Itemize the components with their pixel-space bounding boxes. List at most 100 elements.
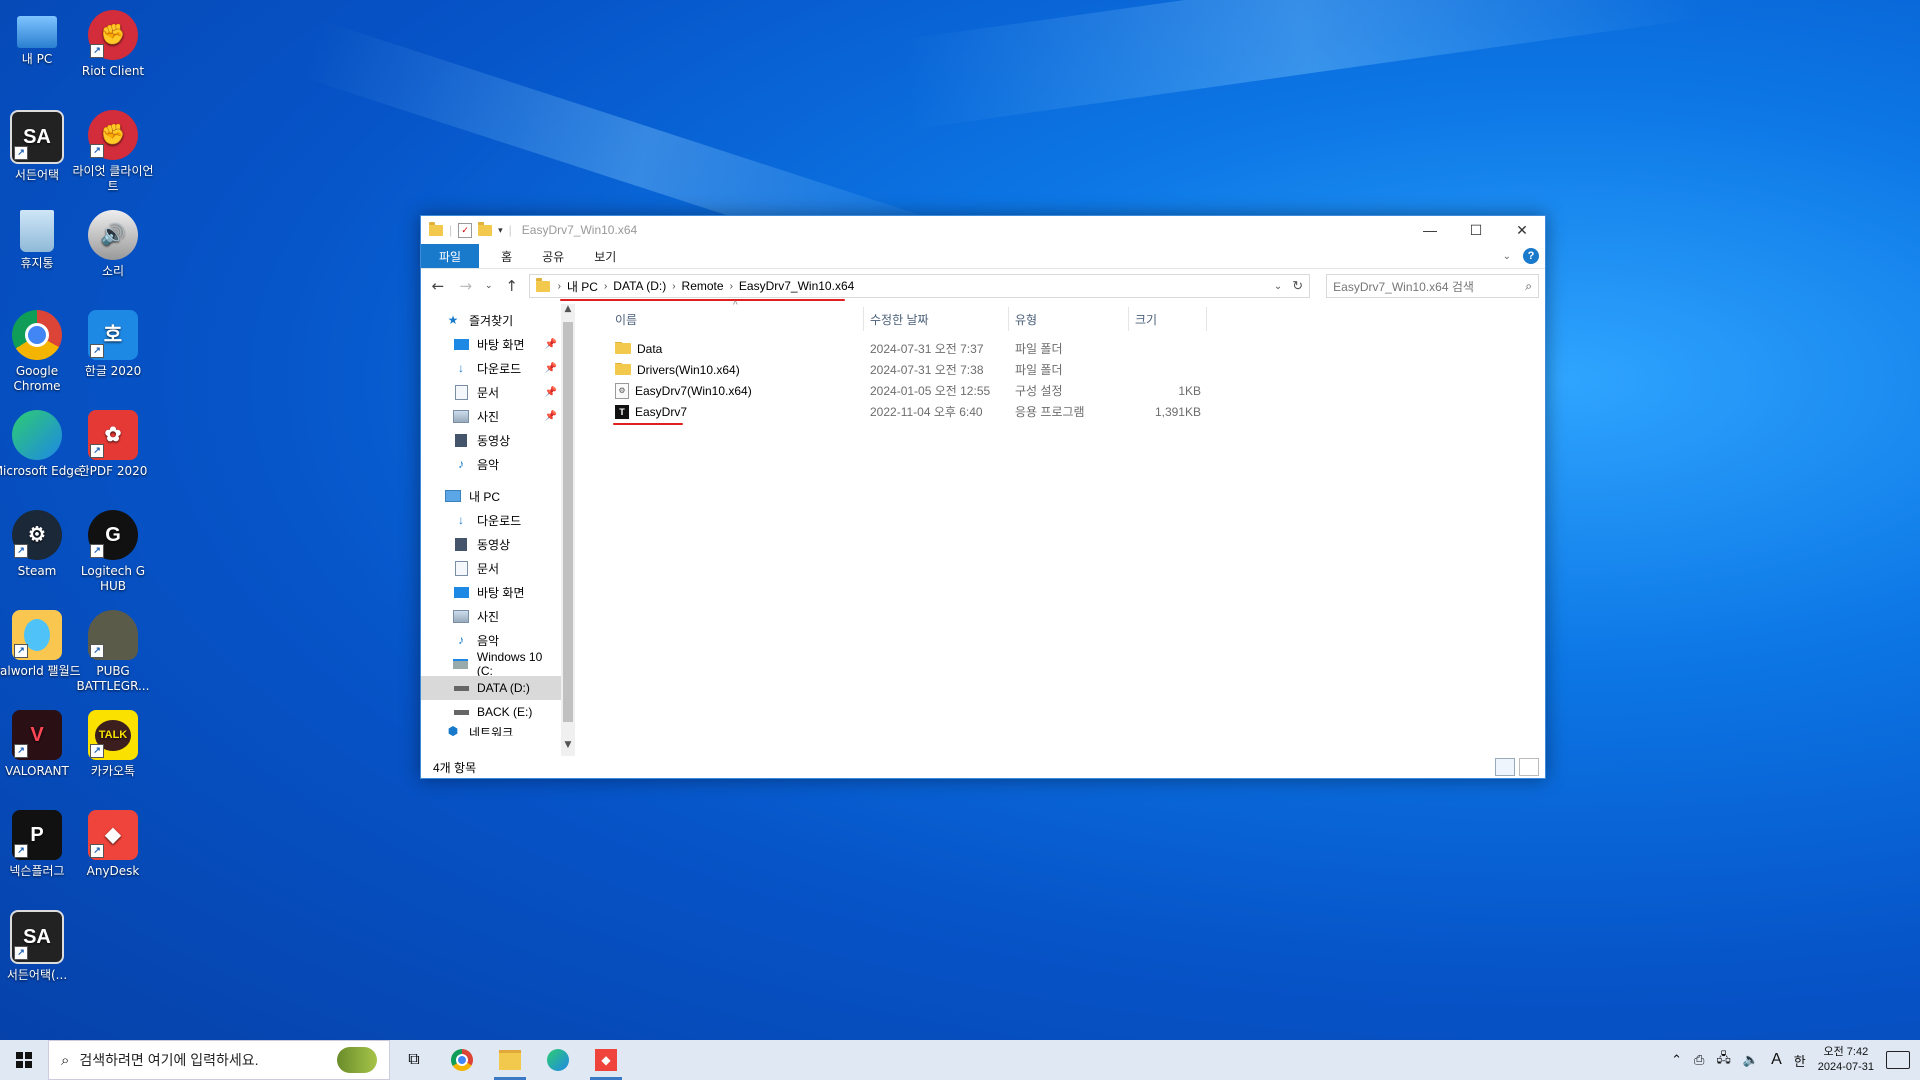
breadcrumb-remote[interactable]: Remote	[682, 279, 724, 293]
tab-home[interactable]: 홈	[489, 244, 524, 268]
start-button[interactable]	[0, 1040, 48, 1080]
tab-view[interactable]: 보기	[582, 244, 628, 268]
column-date[interactable]: 수정한 날짜	[864, 307, 1009, 331]
up-button[interactable]: ↑	[501, 277, 523, 295]
file-row[interactable]: Drivers(Win10.x64) 2024-07-31 오전 7:38 파일…	[609, 359, 1545, 380]
forward-button[interactable]: →	[455, 277, 477, 295]
column-size[interactable]: 크기	[1129, 307, 1207, 331]
maximize-button[interactable]: ☐	[1453, 216, 1499, 244]
network-icon[interactable]: 🖧	[1716, 1049, 1731, 1071]
scrollbar-thumb[interactable]	[563, 322, 573, 722]
file-row[interactable]: T EasyDrv7 2022-11-04 오후 6:40 응용 프로그램 1,3…	[609, 401, 1545, 425]
nav-item-pc-desktop[interactable]: 바탕 화면	[421, 580, 561, 604]
volume-icon[interactable]: 🔈	[1743, 1052, 1759, 1068]
customize-toolbar-icon[interactable]: ▾	[498, 225, 503, 236]
task-view-button[interactable]: ⧉	[390, 1040, 438, 1080]
minimize-button[interactable]: —	[1407, 216, 1453, 244]
scroll-up-icon[interactable]: ▲	[561, 304, 575, 320]
taskbar-file-explorer[interactable]	[486, 1040, 534, 1080]
breadcrumb-current-folder[interactable]: EasyDrv7_Win10.x64	[739, 279, 854, 293]
address-dropdown-icon[interactable]: ⌄	[1274, 281, 1282, 292]
address-bar[interactable]: › 내 PC › DATA (D:) › Remote › EasyDrv7_W…	[528, 274, 1311, 301]
nav-label: 사진	[477, 609, 500, 624]
nav-label: 동영상	[477, 433, 511, 448]
refresh-icon[interactable]: ↻	[1292, 278, 1303, 294]
desktop-icon-hanpdf[interactable]: ✿ ↗ 한PDF 2020	[68, 406, 158, 479]
back-button[interactable]: ←	[427, 277, 449, 295]
ime-mode-indicator[interactable]: A	[1771, 1051, 1782, 1069]
pin-icon[interactable]: 📌	[545, 363, 557, 374]
nav-item-downloads[interactable]: ↓ 다운로드 📌	[421, 356, 561, 380]
breadcrumb-separator-icon[interactable]: ›	[672, 281, 675, 292]
nav-item-pc-music[interactable]: ♪ 음악	[421, 628, 561, 652]
properties-icon[interactable]: ✓	[458, 222, 473, 238]
details-view-button[interactable]	[1495, 758, 1515, 776]
new-folder-icon[interactable]	[478, 221, 493, 236]
recycle-bin-icon	[20, 210, 54, 252]
search-highlight-icon[interactable]	[337, 1047, 377, 1073]
desktop-icon-sudden-attack-2[interactable]: SA ↗ 서든어택(...	[0, 906, 82, 983]
chrome-icon	[12, 310, 62, 360]
nav-scrollbar[interactable]: ▲ ▼	[561, 304, 575, 756]
show-hidden-icons-icon[interactable]: ⌃	[1671, 1052, 1682, 1068]
breadcrumb-separator-icon[interactable]: ›	[730, 281, 733, 292]
nav-item-drive-d[interactable]: DATA (D:)	[421, 676, 561, 700]
desktop-icon-hangul[interactable]: 호 ↗ 한글 2020	[68, 306, 158, 379]
breadcrumb-separator-icon[interactable]: ›	[558, 281, 561, 292]
nav-item-pc-downloads[interactable]: ↓ 다운로드	[421, 508, 561, 532]
nav-item-pictures[interactable]: 사진 📌	[421, 404, 561, 428]
clock[interactable]: 오전 7:42 2024-07-31	[1818, 1045, 1874, 1075]
tab-file[interactable]: 파일	[421, 244, 480, 268]
nav-quick-access[interactable]: ★ 즐겨찾기	[421, 308, 561, 332]
file-row[interactable]: ⚙ EasyDrv7(Win10.x64) 2024-01-05 오전 12:55…	[609, 380, 1545, 401]
nav-item-pc-videos[interactable]: 동영상	[421, 532, 561, 556]
desktop-icon-riot-client-kr[interactable]: ✊ ↗ 라이엇 클라이언트	[68, 106, 158, 194]
column-type[interactable]: 유형	[1009, 307, 1129, 331]
desktop-icon-kakaotalk[interactable]: TALK ↗ 카카오톡	[68, 706, 158, 779]
taskbar-chrome[interactable]	[438, 1040, 486, 1080]
expand-ribbon-icon[interactable]: ⌄	[1503, 251, 1511, 262]
nav-item-pc-pictures[interactable]: 사진	[421, 604, 561, 628]
nav-network[interactable]: ⬢ 네트워크	[421, 724, 561, 736]
search-box[interactable]: EasyDrv7_Win10.x64 검색 ⌕	[1326, 274, 1539, 298]
recent-locations-icon[interactable]: ⌄	[483, 281, 495, 291]
close-button[interactable]: ✕	[1499, 216, 1545, 244]
nav-item-pc-documents[interactable]: 문서	[421, 556, 561, 580]
ime-language-indicator[interactable]: 한	[1794, 1051, 1806, 1070]
nav-item-music[interactable]: ♪ 음악	[421, 452, 561, 476]
taskbar-edge[interactable]	[534, 1040, 582, 1080]
nav-this-pc[interactable]: 내 PC	[421, 484, 561, 508]
desktop-icon-sound[interactable]: 🔊 소리	[68, 206, 158, 279]
desktop-icon-riot-client[interactable]: ✊ ↗ Riot Client	[68, 6, 158, 79]
nav-item-drive-e[interactable]: BACK (E:)	[421, 700, 561, 724]
breadcrumb-my-pc[interactable]: 내 PC	[567, 278, 598, 295]
tab-share[interactable]: 공유	[530, 244, 576, 268]
nav-item-videos[interactable]: 동영상	[421, 428, 561, 452]
notification-center-icon[interactable]	[1886, 1051, 1910, 1069]
pin-icon[interactable]: 📌	[545, 411, 557, 422]
nav-item-drive-c[interactable]: Windows 10 (C:	[421, 650, 561, 678]
meeting-icon[interactable]: ⎙	[1694, 1052, 1704, 1068]
edge-icon	[12, 410, 62, 460]
nav-item-desktop[interactable]: 바탕 화면 📌	[421, 332, 561, 356]
pin-icon[interactable]: 📌	[545, 387, 557, 398]
folder-icon	[429, 221, 443, 236]
pin-icon[interactable]: 📌	[545, 339, 557, 350]
search-icon[interactable]: ⌕	[1525, 279, 1532, 294]
taskbar-search[interactable]: ⌕ 검색하려면 여기에 입력하세요.	[48, 1040, 390, 1080]
sudden-attack-icon: SA ↗	[10, 910, 64, 964]
help-icon[interactable]: ?	[1523, 248, 1539, 264]
large-icons-view-button[interactable]	[1519, 758, 1539, 776]
breadcrumb-data-drive[interactable]: DATA (D:)	[613, 279, 666, 293]
scroll-down-icon[interactable]: ▼	[561, 740, 575, 756]
network-icon: ⬢	[447, 724, 459, 736]
file-row[interactable]: Data 2024-07-31 오전 7:37 파일 폴더	[609, 338, 1545, 359]
desktop-icon-anydesk[interactable]: ◆ ↗ AnyDesk	[68, 806, 158, 879]
breadcrumb-separator-icon[interactable]: ›	[604, 281, 607, 292]
nav-item-documents[interactable]: 문서 📌	[421, 380, 561, 404]
taskbar-anydesk[interactable]: ◆	[582, 1040, 630, 1080]
desktop-icon-logitech[interactable]: G ↗ Logitech G HUB	[68, 506, 158, 594]
desktop-icon-pubg[interactable]: ↗ PUBG BATTLEGR...	[68, 606, 158, 694]
file-type: 파일 폴더	[1015, 342, 1063, 356]
anydesk-icon: ◆ ↗	[88, 810, 138, 860]
